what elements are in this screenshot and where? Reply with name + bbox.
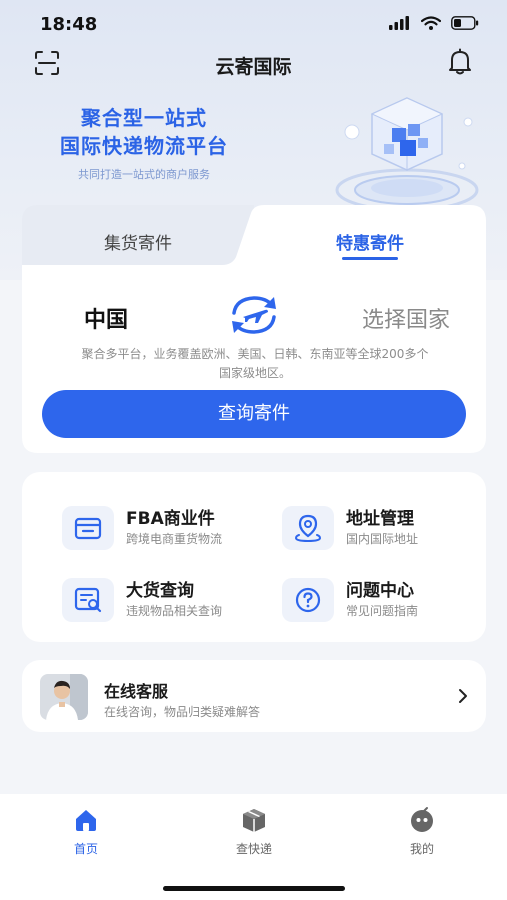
home-indicator bbox=[163, 886, 345, 891]
fba-box-icon bbox=[62, 506, 114, 550]
origin-country[interactable]: 中国 bbox=[84, 302, 128, 334]
home-icon bbox=[76, 810, 96, 831]
status-time: 18:48 bbox=[40, 14, 98, 35]
status-icons bbox=[389, 16, 479, 30]
tab-home-label: 首页 bbox=[73, 842, 98, 856]
package-icon bbox=[243, 809, 265, 832]
service-bulk-query[interactable]: 大货查询 违规物品相关查询 bbox=[62, 572, 272, 628]
customer-service-subtitle: 在线咨询，物品归类疑难解答 bbox=[104, 705, 261, 719]
service-help-title: 问题中心 bbox=[346, 581, 414, 601]
send-card: 集货寄件 特惠寄件 中国 选择国家 聚合多平台，业务覆盖欧洲、美国、日韩、东南亚… bbox=[22, 205, 486, 453]
battery-icon bbox=[451, 16, 479, 30]
wifi-icon bbox=[421, 16, 441, 30]
service-fba-title: FBA商业件 bbox=[126, 509, 215, 529]
profile-face-icon bbox=[411, 807, 433, 832]
services-card: FBA商业件 跨境电商重货物流 地址管理 国内国际地址 大货查询 违规物品相关查… bbox=[22, 472, 486, 642]
tab-track-label: 查快递 bbox=[235, 842, 272, 856]
query-shipment-button[interactable]: 查询寄件 bbox=[42, 390, 466, 438]
nav-bar: 云寄国际 bbox=[0, 44, 507, 84]
plane-swap-icon bbox=[232, 296, 276, 334]
service-address-title: 地址管理 bbox=[346, 509, 414, 529]
status-bar: 18:48 bbox=[0, 0, 507, 50]
customer-service-title: 在线客服 bbox=[104, 682, 169, 701]
hero-illustration bbox=[322, 88, 492, 218]
tab-profile-label: 我的 bbox=[409, 842, 434, 856]
active-tab-indicator bbox=[342, 257, 398, 260]
location-pin-icon bbox=[282, 506, 334, 550]
hero-headline-line1: 聚合型一站式 bbox=[81, 106, 207, 130]
service-address-subtitle: 国内国际地址 bbox=[346, 532, 419, 546]
notification-button[interactable] bbox=[447, 48, 473, 76]
cellular-signal-icon bbox=[389, 16, 409, 30]
service-bulk-query-title: 大货查询 bbox=[126, 581, 194, 601]
tab-discount-shipping[interactable]: 特惠寄件 bbox=[254, 229, 486, 254]
hero-subtitle: 共同打造一站式的商户服务 bbox=[78, 168, 210, 181]
hero-headline-line2: 国际快递物流平台 bbox=[60, 134, 228, 158]
cube-illustration-icon bbox=[335, 97, 479, 212]
bell-icon bbox=[449, 48, 471, 75]
service-fba[interactable]: FBA商业件 跨境电商重货物流 bbox=[62, 500, 272, 556]
service-help-center[interactable]: 问题中心 常见问题指南 bbox=[282, 572, 492, 628]
chevron-right-icon bbox=[459, 689, 467, 703]
customer-service-avatar bbox=[40, 674, 88, 720]
tab-consolidated-shipping[interactable]: 集货寄件 bbox=[22, 229, 254, 254]
online-customer-service[interactable]: 在线客服 在线咨询，物品归类疑难解答 bbox=[22, 660, 486, 732]
swap-route-button[interactable] bbox=[226, 293, 282, 337]
service-bulk-query-subtitle: 违规物品相关查询 bbox=[126, 604, 223, 618]
bottom-tab-bar: 首页 查快递 我的 bbox=[0, 794, 507, 900]
tab-track-package[interactable]: 查快递 bbox=[204, 806, 304, 862]
tab-home[interactable]: 首页 bbox=[36, 806, 136, 862]
service-fba-subtitle: 跨境电商重货物流 bbox=[126, 532, 223, 546]
service-address-management[interactable]: 地址管理 国内国际地址 bbox=[282, 500, 492, 556]
search-document-icon bbox=[62, 578, 114, 622]
service-description: 聚合多平台，业务覆盖欧洲、美国、日韩、东南亚等全球200多个国家级地区。 bbox=[81, 347, 429, 380]
destination-country-select[interactable]: 选择国家 bbox=[362, 302, 450, 334]
tab-profile[interactable]: 我的 bbox=[372, 806, 472, 862]
page-title: 云寄国际 bbox=[215, 56, 292, 78]
service-help-subtitle: 常见问题指南 bbox=[346, 604, 419, 618]
question-mark-icon bbox=[282, 578, 334, 622]
